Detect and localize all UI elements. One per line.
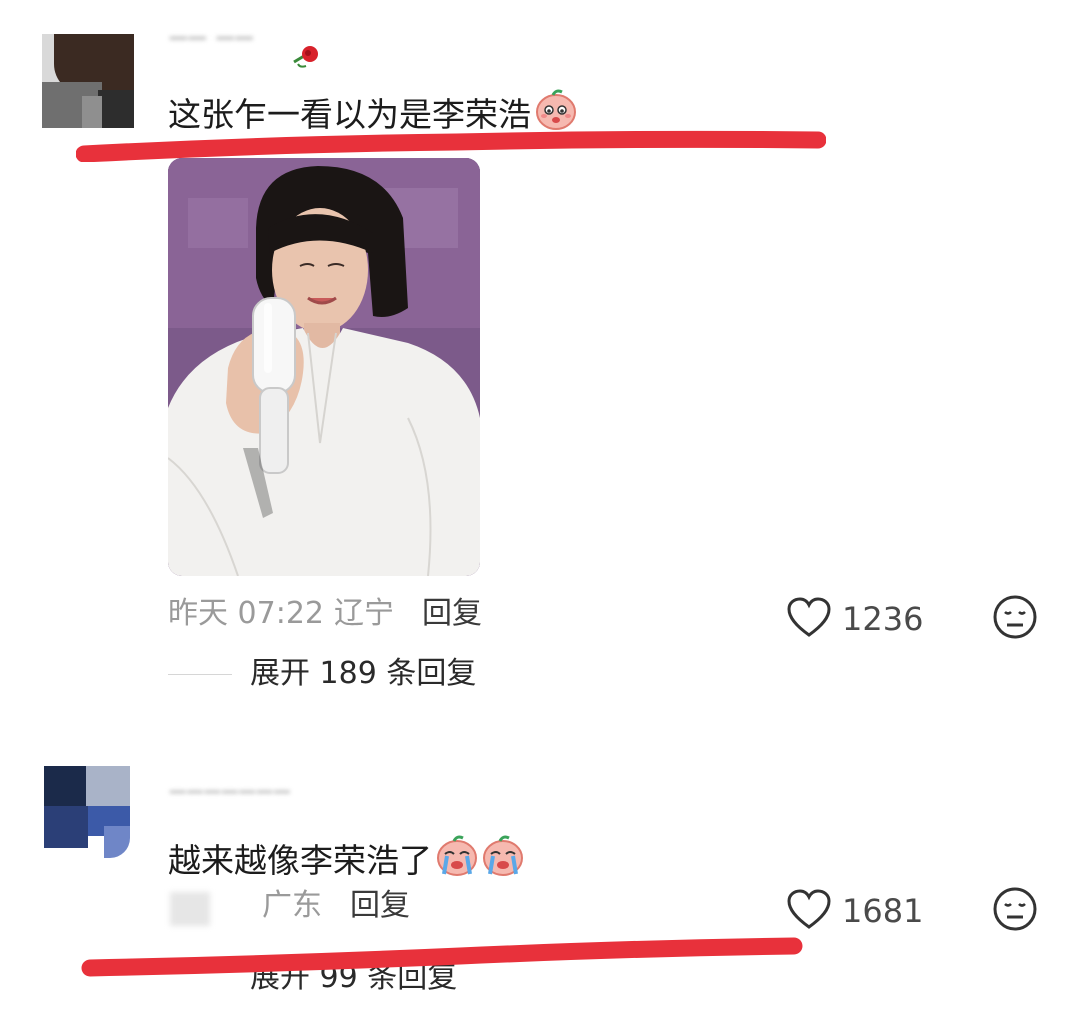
comment-text: 越来越像李荣浩了 [168, 832, 526, 887]
comment-item: ▔▔▔▔▔▔▔ 越来越像李荣浩了 广东 回复 1681 展开 99 条回复 [0, 0, 1080, 1035]
heart-icon [787, 889, 831, 929]
avatar[interactable] [44, 766, 130, 858]
username[interactable]: ▔▔▔▔▔▔▔ [170, 790, 292, 814]
dislike-face-icon[interactable] [992, 886, 1038, 932]
like-button[interactable]: 1681 [786, 888, 923, 931]
comment-location: 广东 [262, 888, 322, 923]
reply-button[interactable]: 回复 [350, 888, 410, 923]
comment-meta: 广东 回复 [222, 886, 410, 926]
expand-replies-button[interactable]: 展开 99 条回复 [250, 958, 457, 998]
like-count: 1681 [842, 892, 924, 930]
redacted-time [170, 892, 210, 926]
comment-thread: ▔▔ ▔▔ 这张乍一看以为是李荣浩 昨天 07:22 辽宁 回复 1236 展开… [0, 0, 1080, 1035]
peach-crying-emoji [434, 832, 526, 887]
